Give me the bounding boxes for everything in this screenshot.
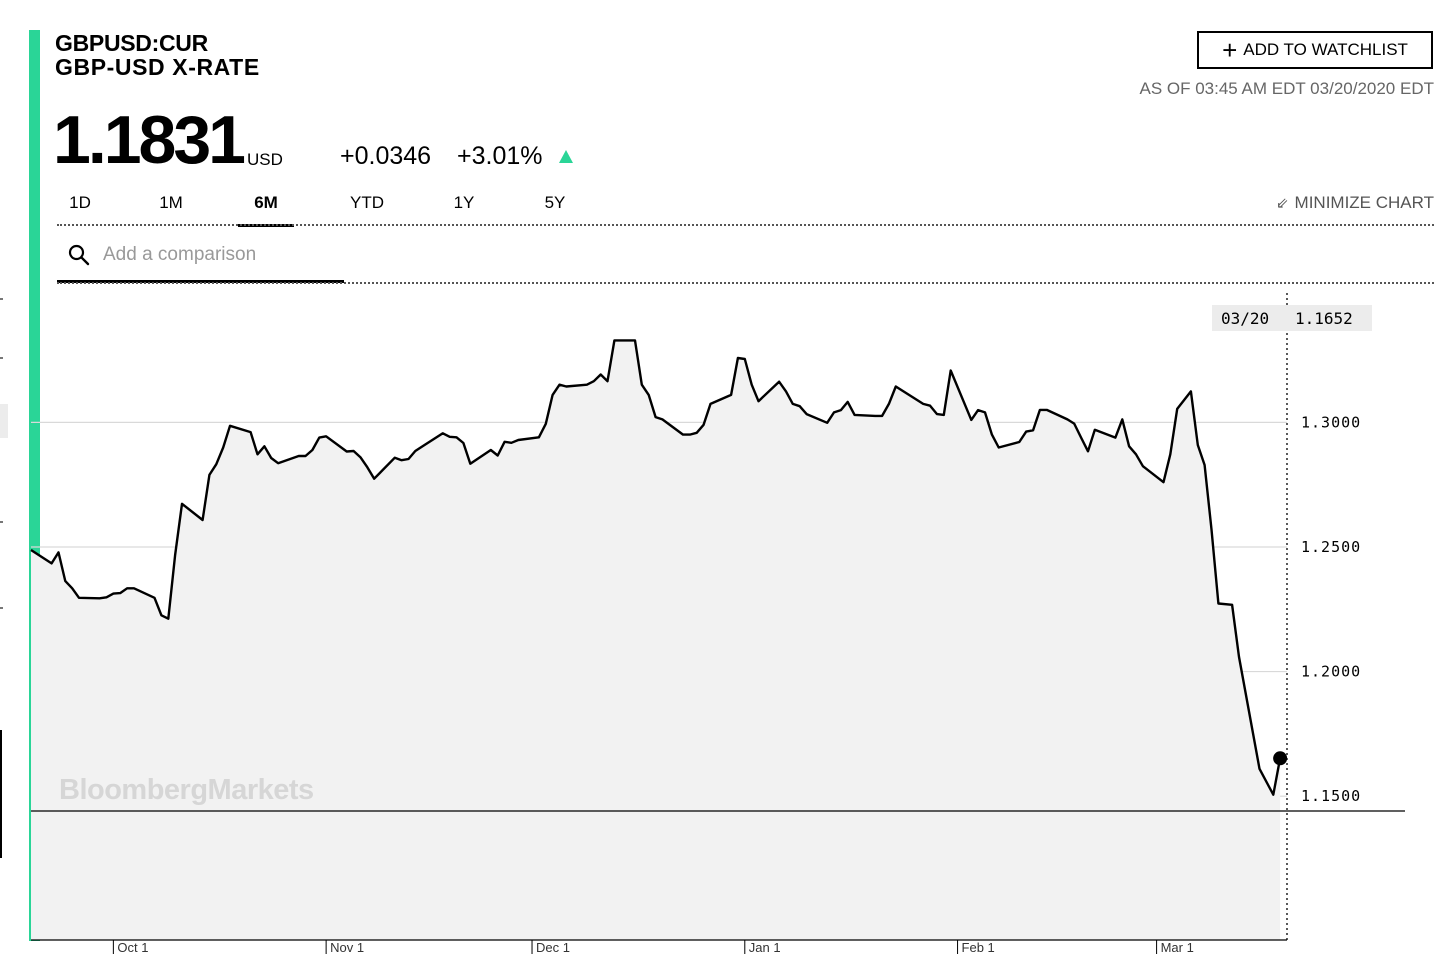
hover-point xyxy=(1273,751,1288,766)
price-area xyxy=(31,340,1281,940)
watermark-logo: BloombergMarkets xyxy=(59,774,314,806)
hover-value: 1.1652 xyxy=(1295,309,1353,328)
x-tick-label: Feb 1 xyxy=(962,940,995,955)
x-tick-label: Dec 1 xyxy=(536,940,570,955)
x-tick-label: Nov 1 xyxy=(330,940,364,955)
y-tick-label: 1.3000 xyxy=(1301,413,1361,431)
x-tick-label: Oct 1 xyxy=(117,940,148,955)
x-axis: Oct 1 Nov 1 Dec 1 Jan 1 Feb 1 Mar 1 xyxy=(112,940,1194,955)
y-axis: 1.1500 1.2000 1.2500 1.3000 xyxy=(1301,413,1361,805)
y-tick-label: 1.2500 xyxy=(1301,538,1361,556)
y-tick-label: 1.1500 xyxy=(1301,787,1361,805)
y-tick-label: 1.2000 xyxy=(1301,663,1361,681)
x-tick-label: Mar 1 xyxy=(1161,940,1194,955)
hover-date: 03/20 xyxy=(1221,309,1269,328)
price-chart[interactable]: BloombergMarkets 1.1500 1.2000 1.2500 1.300… xyxy=(0,0,1456,961)
x-tick-label: Jan 1 xyxy=(749,940,781,955)
